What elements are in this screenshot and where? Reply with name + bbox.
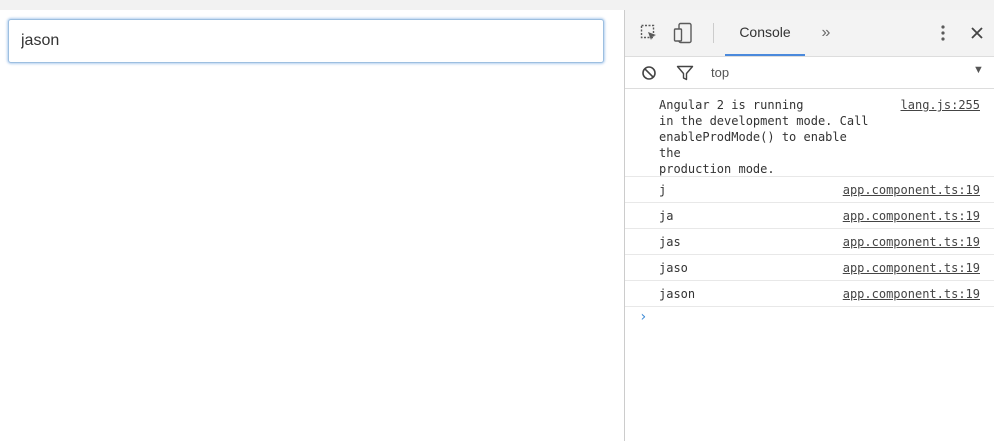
console-messages: Angular 2 is running in the development … [625, 89, 994, 331]
device-toolbar-icon[interactable] [673, 22, 693, 44]
console-message-source-link[interactable]: app.component.ts:19 [843, 255, 980, 281]
console-message-source-link[interactable]: app.component.ts:19 [843, 281, 980, 307]
devtools-toolbar: Console » [625, 10, 994, 57]
inspect-element-icon[interactable] [639, 23, 659, 43]
more-options-icon[interactable] [933, 21, 953, 45]
clear-console-icon[interactable] [639, 63, 659, 83]
context-selector[interactable]: top [711, 63, 729, 83]
context-dropdown-icon[interactable]: ▼ [973, 64, 984, 76]
console-message-text: jas [659, 235, 681, 249]
console-message: Angular 2 is running in the development … [625, 89, 994, 177]
console-message-text: Angular 2 is running in the development … [659, 98, 869, 176]
toolbar-divider [713, 23, 714, 43]
page-viewport [0, 10, 624, 441]
console-message: jason app.component.ts:19 [625, 281, 994, 307]
console-message-source-link[interactable]: lang.js:255 [901, 97, 980, 113]
filter-icon[interactable] [675, 63, 695, 83]
console-message-source-link[interactable]: app.component.ts:19 [843, 229, 980, 255]
console-message-source-link[interactable]: app.component.ts:19 [843, 203, 980, 229]
console-message: jaso app.component.ts:19 [625, 255, 994, 281]
console-message-text: jaso [659, 261, 688, 275]
prompt-chevron-icon: › [639, 309, 648, 325]
browser-top-strip [0, 0, 994, 10]
close-devtools-icon[interactable] [967, 21, 987, 45]
console-message-source-link[interactable]: app.component.ts:19 [843, 177, 980, 203]
console-filter-bar: top ▼ [625, 57, 994, 89]
console-message: jas app.component.ts:19 [625, 229, 994, 255]
name-input[interactable] [8, 19, 604, 63]
tab-console[interactable]: Console [725, 10, 805, 56]
console-message: ja app.component.ts:19 [625, 203, 994, 229]
devtools-panel: Console » top ▼ Angular 2 is running in … [624, 10, 994, 441]
more-tabs-icon[interactable]: » [815, 22, 837, 44]
console-prompt[interactable]: › [625, 307, 994, 331]
console-message-text: jason [659, 287, 696, 301]
console-message-text: ja [659, 209, 674, 223]
console-message-text: j [659, 183, 667, 197]
console-message: j app.component.ts:19 [625, 177, 994, 203]
